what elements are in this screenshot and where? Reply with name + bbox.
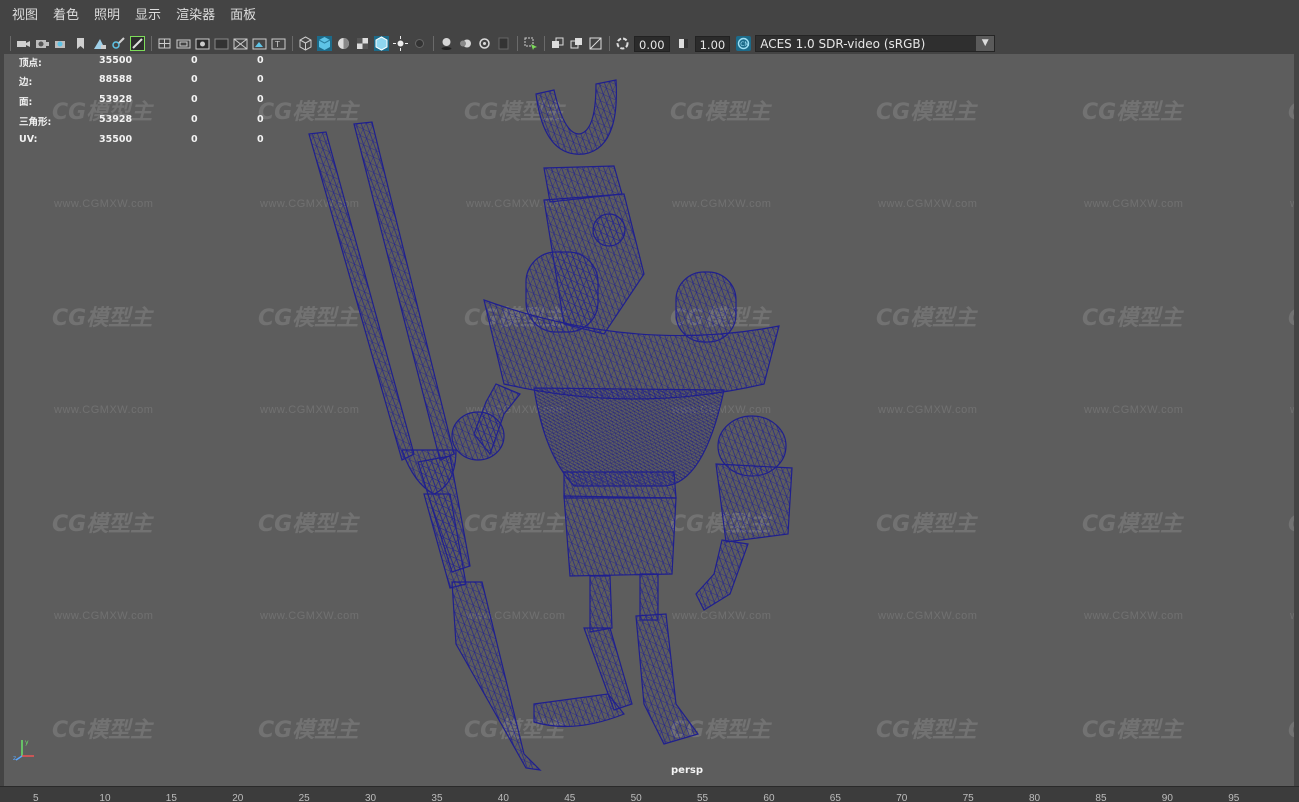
ruler-tick-label: 35 (431, 793, 443, 802)
svg-text:z: z (13, 755, 16, 762)
toolbar-separator (609, 36, 610, 51)
2d-pan-zoom-icon[interactable] (130, 36, 145, 51)
antialiasing-icon[interactable] (477, 36, 492, 51)
xray-active-icon[interactable] (569, 36, 584, 51)
bookmark-icon[interactable] (73, 36, 88, 51)
camera-select-icon[interactable] (16, 36, 31, 51)
film-gate-icon[interactable] (176, 36, 191, 51)
torso (533, 387, 725, 487)
menu-view[interactable]: 视图 (12, 0, 38, 32)
svg-text:T: T (274, 40, 280, 49)
left-leg (589, 575, 613, 633)
chevron-down-icon[interactable]: ▼ (976, 36, 995, 51)
ruler-tick-label: 10 (99, 793, 111, 802)
axis-gizmo-icon: y z (13, 739, 34, 762)
field-chart-icon[interactable] (233, 36, 248, 51)
gamma-icon[interactable] (676, 36, 691, 51)
ruler-tick-label: 5 (33, 793, 39, 802)
toolbar-separator (10, 36, 11, 51)
viewport-menu-bar: 视图 着色 照明 显示 渲染器 面板 (0, 0, 1299, 32)
left-elbow (451, 411, 505, 461)
toolbar-separator (517, 36, 518, 51)
maya-app: 视图 着色 照明 显示 渲染器 面板 T 0.00 1.00 CM ACES 1… (0, 0, 1299, 802)
color-space-value: ACES 1.0 SDR-video (sRGB) (760, 37, 926, 51)
safe-title-icon[interactable]: T (271, 36, 286, 51)
camera-name-label: persp (671, 765, 703, 776)
toolbar-separator (151, 36, 152, 51)
exposure-icon[interactable] (615, 36, 630, 51)
viewport-border (1294, 54, 1299, 786)
left-foot (533, 693, 625, 728)
skirt (563, 495, 677, 577)
ruler-tick-label: 95 (1228, 793, 1240, 802)
resolution-gate-icon[interactable] (195, 36, 210, 51)
ruler-tick-label: 45 (564, 793, 576, 802)
ruler-tick-label: 80 (1029, 793, 1041, 802)
belt (563, 471, 677, 499)
safe-action-icon[interactable] (252, 36, 267, 51)
shoulder-coil-right (675, 271, 737, 343)
ruler-tick-label: 15 (165, 793, 177, 802)
svg-text:CM: CM (740, 41, 749, 48)
ruler-tick-label: 20 (232, 793, 244, 802)
ruler-tick-label: 50 (630, 793, 642, 802)
xray-icon[interactable] (550, 36, 565, 51)
depth-of-field-icon[interactable] (496, 36, 511, 51)
shadows-icon[interactable] (412, 36, 427, 51)
isolate-select-icon[interactable] (523, 36, 538, 51)
exposure-field[interactable]: 0.00 (634, 35, 670, 52)
grid-icon[interactable] (157, 36, 172, 51)
menu-shading[interactable]: 着色 (53, 0, 79, 32)
menu-lighting[interactable]: 照明 (94, 0, 120, 32)
head-crest (535, 79, 617, 155)
ruler-tick-label: 65 (829, 793, 841, 802)
ruler-tick-label: 55 (697, 793, 709, 802)
wireframe-icon[interactable] (298, 36, 313, 51)
gamma-field[interactable]: 1.00 (694, 35, 731, 52)
toolbar-separator (544, 36, 545, 51)
head-eye (592, 213, 626, 247)
robot-wireframe-model[interactable] (4, 54, 1294, 786)
right-boot (635, 613, 699, 745)
toolbar-separator (433, 36, 434, 51)
menu-renderer[interactable]: 渲染器 (176, 0, 215, 32)
right-forearm (715, 463, 793, 543)
ruler-tick-label: 70 (896, 793, 908, 802)
time-slider-ruler[interactable]: 5 10 15 20 25 30 35 40 45 50 55 60 65 70 75 80 85 90 95 (0, 786, 1299, 802)
camera-attributes-icon[interactable] (35, 36, 50, 51)
right-hand (695, 539, 749, 611)
panel-toolbar: T 0.00 1.00 CM ACES 1.0 SDR-video (sRGB)… (0, 33, 1299, 54)
ruler-tick-label: 75 (962, 793, 974, 802)
xray-joints-icon[interactable] (588, 36, 603, 51)
textured-icon[interactable] (355, 36, 370, 51)
ruler-tick-label: 85 (1095, 793, 1107, 802)
perspective-viewport[interactable]: CG模型主 www.CGMXW.com CG模型主 www.CGMXW.com CG模型… (4, 54, 1294, 786)
gate-mask-icon[interactable] (214, 36, 229, 51)
ruler-tick-label: 60 (763, 793, 775, 802)
camera-tools-icon[interactable] (54, 36, 69, 51)
ruler-tick-label: 25 (298, 793, 310, 802)
right-leg (639, 573, 659, 621)
use-all-lights-icon[interactable] (393, 36, 408, 51)
grease-pencil-icon[interactable] (111, 36, 126, 51)
motion-blur-icon[interactable] (458, 36, 473, 51)
color-space-dropdown[interactable]: ACES 1.0 SDR-video (sRGB) ▼ (755, 35, 996, 52)
default-material-icon[interactable] (336, 36, 351, 51)
toolbar-separator (292, 36, 293, 51)
svg-text:y: y (25, 739, 29, 746)
image-plane-icon[interactable] (92, 36, 107, 51)
ruler-tick-label: 40 (497, 793, 509, 802)
color-management-icon[interactable]: CM (736, 36, 752, 51)
ruler-tick-label: 30 (365, 793, 377, 802)
menu-show[interactable]: 显示 (135, 0, 161, 32)
fork-blade (451, 581, 542, 771)
smooth-shade-icon[interactable] (317, 36, 332, 51)
ruler-tick-label: 90 (1161, 793, 1173, 802)
wireframe-on-shaded-icon[interactable] (374, 36, 389, 51)
menu-panels[interactable]: 面板 (230, 0, 256, 32)
screen-space-ao-icon[interactable] (439, 36, 454, 51)
